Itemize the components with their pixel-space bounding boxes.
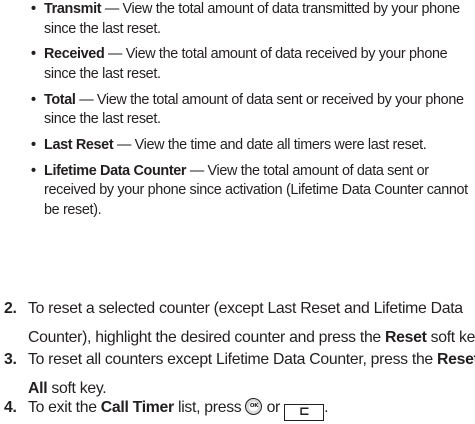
bullet-dot: • [31,46,36,63]
ok-key-icon: OK [245,398,263,415]
bullet-term: Transmit [44,1,102,17]
back-key-icon: ⊏ [284,404,325,421]
bullet-dot: • [31,1,36,17]
step-text: list, press [173,399,246,416]
step-reset-selected: 2. To reset a selected counter (except L… [4,295,475,352]
step-text: or [262,399,285,416]
bullet-term: Last Reset [44,136,114,153]
step-number: 4. [4,399,17,416]
bullet-total: • Total — View the total amount of data … [30,91,470,130]
counter-bullet-list: • Transmit — View the total amount of da… [30,0,470,226]
call-timer-label: Call Timer [100,399,174,416]
manual-page: • Transmit — View the total amount of da… [0,0,475,424]
step-text: . [324,399,329,416]
reset-softkey-label: Reset [385,328,427,346]
step-exit-call-timer: 4. To exit the Call Timer list, press OK… [4,394,475,423]
bullet-dot: • [31,136,36,153]
step-number: 3. [4,351,17,368]
bullet-last-reset: • Last Reset — View the time and date al… [30,136,470,156]
bullet-dot: • [31,162,36,179]
ok-key-label: OK [249,402,259,409]
bullet-term: Total [44,91,76,108]
bullet-term: Received [44,46,105,63]
bullet-dot: • [31,91,36,108]
step-number: 2. [4,300,17,317]
bullet-text: — View the total amount of data sent or … [44,91,464,128]
bullet-text: — View the total amount of data transmit… [44,1,460,37]
bullet-transmit: • Transmit — View the total amount of da… [30,0,470,39]
bullet-text: — View the time and date all timers were… [113,136,427,153]
bullet-received: • Received — View the total amount of da… [30,45,470,84]
step-text: soft key. [430,328,475,346]
step-text: To exit the [28,399,101,416]
bullet-term: Lifetime Data Counter [44,162,187,179]
bullet-text: — View the total amount of data received… [44,46,448,82]
step-text: To reset all counters except Lifetime Da… [28,351,438,368]
bullet-lifetime-data-counter: • Lifetime Data Counter — View the total… [30,162,470,221]
